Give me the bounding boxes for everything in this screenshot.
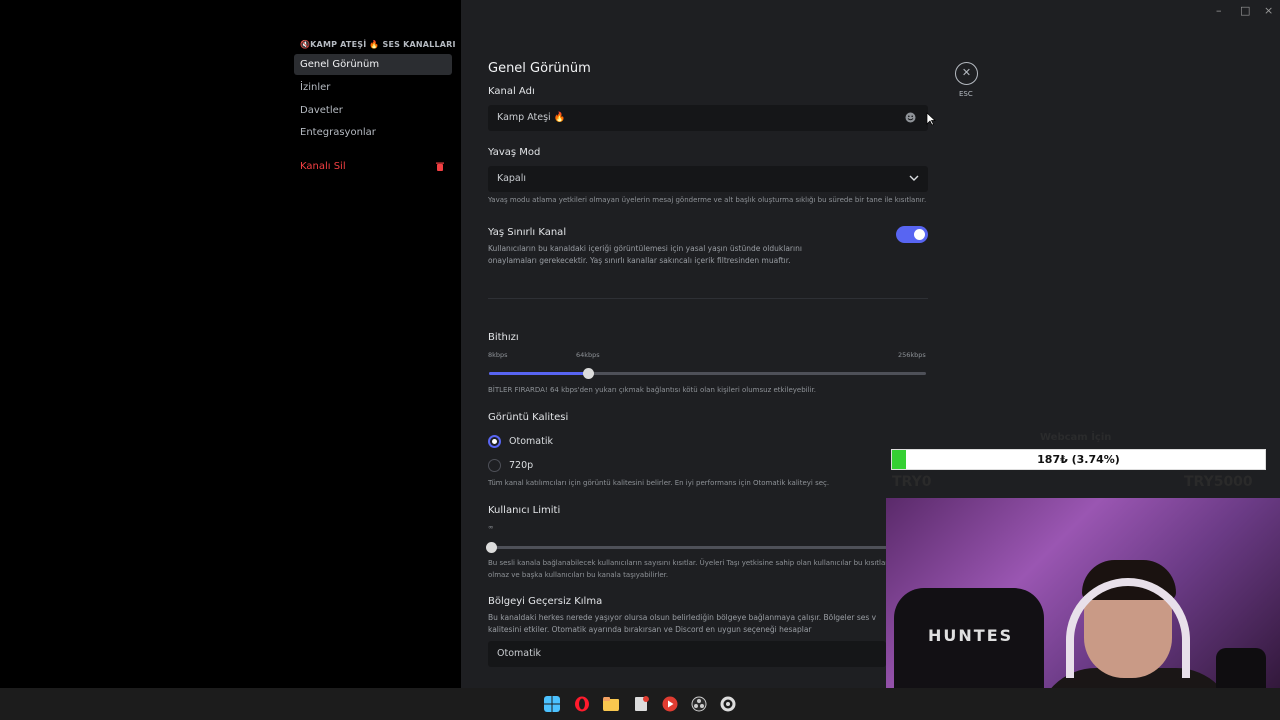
sidebar-item-integrations[interactable]: Entegrasyonlar: [294, 122, 452, 143]
window-maximize-button[interactable]: □: [1240, 4, 1250, 17]
user-limit-slider-track[interactable]: [489, 546, 889, 549]
bitrate-label: Bithızı: [488, 332, 519, 343]
sidebar-item-invites[interactable]: Davetler: [294, 100, 452, 121]
donation-goal-title: Webcam İçin: [1040, 432, 1112, 443]
close-settings-button[interactable]: ✕: [955, 62, 978, 85]
region-override-desc-line2: kalitesini etkiler. Otomatik ayarında bı…: [488, 625, 812, 634]
bitrate-min-tick: 8kbps: [488, 351, 508, 359]
esc-label: ESC: [959, 90, 973, 98]
channel-name-label: Kanal Adı: [488, 86, 535, 97]
trash-icon: [436, 162, 444, 171]
taskbar: [0, 688, 1280, 720]
age-restricted-desc-line2: onaylamaları gerekecektir. Yaş sınırlı k…: [488, 256, 791, 265]
bitrate-current-tick: 64kbps: [576, 351, 600, 359]
channel-name-value: Kamp Ateşi 🔥: [497, 112, 566, 123]
page-title: Genel Görünüm: [488, 61, 591, 76]
discord-icon[interactable]: [720, 696, 736, 712]
webcam-feed: HUNTES: [886, 498, 1280, 720]
bitrate-slider-fill: [489, 372, 589, 375]
delete-channel-button[interactable]: Kanalı Sil: [294, 156, 452, 177]
opera-browser-icon[interactable]: [574, 696, 590, 712]
delete-channel-label: Kanalı Sil: [300, 161, 346, 172]
sidebar-item-overview[interactable]: Genel Görünüm: [294, 54, 452, 75]
channel-name-input[interactable]: Kamp Ateşi 🔥: [488, 105, 928, 131]
notepad-icon[interactable]: [633, 696, 649, 712]
user-limit-note-line2: olmaz ve başka kullanıcıları bu kanala t…: [488, 571, 669, 579]
file-explorer-icon[interactable]: [603, 696, 619, 712]
slow-mode-value: Kapalı: [497, 173, 527, 184]
age-restricted-label: Yaş Sınırlı Kanal: [488, 227, 567, 238]
section-divider: [488, 298, 928, 299]
video-quality-auto-radio[interactable]: [488, 435, 501, 448]
video-quality-720p-label: 720p: [509, 460, 534, 471]
chevron-down-icon: [909, 175, 919, 181]
obs-studio-icon[interactable]: [691, 696, 707, 712]
settings-sidebar: 🔇KAMP ATEŞİ 🔥 SES KANALLARI Genel Görünü…: [0, 0, 461, 688]
donation-progress-bar: 187₺ (3.74%): [891, 449, 1266, 470]
screen: 🔇KAMP ATEŞİ 🔥 SES KANALLARI Genel Görünü…: [0, 0, 1280, 720]
bitrate-slider-handle[interactable]: [582, 368, 594, 379]
close-icon: ✕: [961, 66, 972, 79]
region-select[interactable]: Otomatik: [488, 641, 886, 667]
donation-min-label: TRY0: [892, 474, 932, 490]
region-value: Otomatik: [497, 648, 541, 659]
user-limit-note-line1: Bu sesli kanala bağlanabilecek kullanıcı…: [488, 559, 901, 567]
video-quality-auto-label: Otomatik: [509, 436, 553, 447]
user-limit-label: Kullanıcı Limiti: [488, 505, 561, 516]
mouse-cursor-icon: [926, 112, 936, 126]
user-limit-slider-handle[interactable]: [486, 542, 497, 553]
region-override-desc-line1: Bu kanaldaki herkes nerede yaşıyor olurs…: [488, 613, 877, 622]
video-quality-720p-radio[interactable]: [488, 459, 501, 472]
slow-mode-label: Yavaş Mod: [488, 147, 541, 158]
video-quality-label: Görüntü Kalitesi: [488, 412, 569, 423]
age-restricted-toggle[interactable]: [896, 226, 928, 243]
window-close-button[interactable]: ×: [1264, 4, 1273, 17]
user-limit-value: ∞: [488, 523, 494, 531]
video-quality-note: Tüm kanal katılımcıları için görüntü kal…: [488, 479, 830, 487]
chair-brand-text: HUNTES: [928, 626, 1014, 645]
slow-mode-select[interactable]: Kapalı: [488, 166, 928, 192]
donation-max-label: TRY5000: [1184, 474, 1253, 490]
donation-progress-text: 187₺ (3.74%): [1037, 453, 1120, 466]
sidebar-header: 🔇KAMP ATEŞİ 🔥 SES KANALLARI: [300, 40, 456, 49]
emoji-icon[interactable]: [905, 112, 916, 123]
media-player-icon[interactable]: [662, 696, 678, 712]
region-override-label: Bölgeyi Geçersiz Kılma: [488, 596, 603, 607]
age-restricted-desc-line1: Kullanıcıların bu kanaldaki içeriği görü…: [488, 244, 802, 253]
bitrate-note: BİTLER FIRARDA! 64 kbps'den yukarı çıkma…: [488, 386, 816, 394]
bitrate-max-tick: 256kbps: [898, 351, 926, 359]
slow-mode-note: Yavaş modu atlama yetkileri olmayan üyel…: [488, 196, 927, 204]
toggle-knob: [914, 229, 925, 240]
window-minimize-button[interactable]: –: [1216, 4, 1222, 17]
sidebar-item-permissions[interactable]: İzinler: [294, 77, 452, 98]
windows-start-icon[interactable]: [544, 696, 560, 712]
